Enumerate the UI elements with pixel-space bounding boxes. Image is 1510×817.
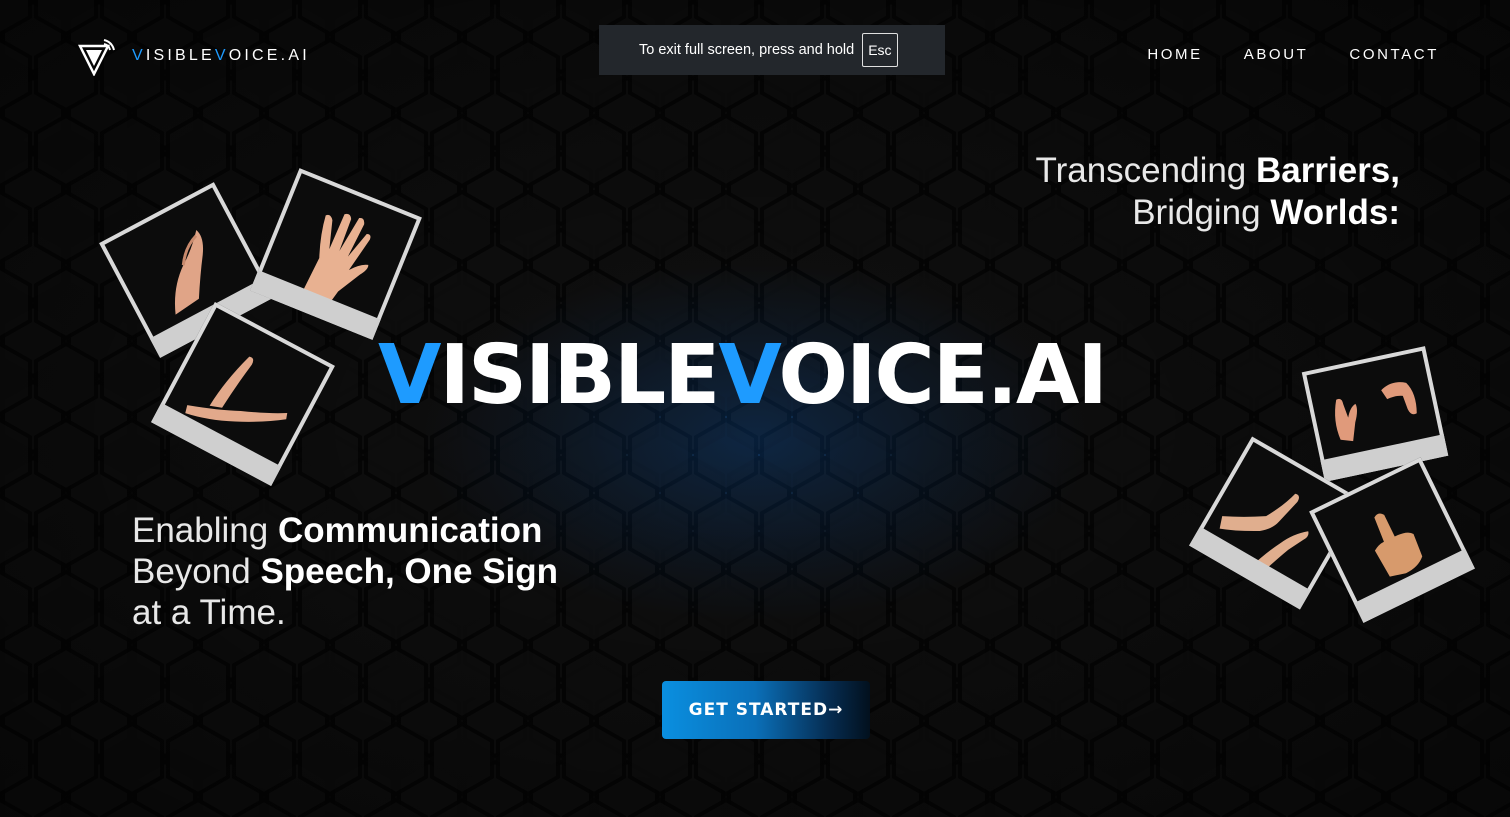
brand-name: VISIBLEVOICE.AI [132, 47, 310, 64]
esc-key-hint: Esc [862, 33, 898, 67]
nav-home-link[interactable]: HOME [1147, 46, 1202, 63]
tagline-right-line1-thin: Transcending [1035, 151, 1247, 190]
hero-title: VISIBLEVOICE.AI [378, 328, 1108, 423]
get-started-button[interactable]: GET STARTED→ [662, 681, 870, 739]
triangle-signal-logo-icon [78, 39, 115, 76]
brand-logo[interactable]: VISIBLEVOICE.AI [78, 36, 310, 76]
tagline-left-line2-thin: Beyond [132, 552, 251, 591]
tagline-right-line2-bold: Worlds: [1270, 193, 1400, 232]
tagline-left-line1-thin: Enabling [132, 511, 269, 550]
nav-contact-link[interactable]: CONTACT [1349, 46, 1439, 63]
fullscreen-message: To exit full screen, press and hold [639, 42, 855, 58]
main-nav: HOME ABOUT CONTACT [1147, 46, 1439, 63]
tagline-right: Transcending Barriers, Bridging Worlds: [1036, 150, 1401, 234]
tagline-left-line1-bold: Communication [277, 511, 543, 550]
fullscreen-exit-toast: To exit full screen, press and hold Esc [599, 25, 945, 75]
tagline-right-line1-bold: Barriers, [1256, 151, 1400, 190]
tagline-right-line2-thin: Bridging [1132, 193, 1261, 232]
tagline-left-line3-thin: at a Time. [132, 593, 286, 632]
nav-about-link[interactable]: ABOUT [1244, 46, 1309, 63]
tagline-left-line2-bold: Speech, One Sign [260, 552, 559, 591]
tagline-left: Enabling Communication Beyond Speech, On… [132, 510, 592, 633]
landing-page: VISIBLEVOICE.AI To exit full screen, pre… [0, 0, 1510, 817]
